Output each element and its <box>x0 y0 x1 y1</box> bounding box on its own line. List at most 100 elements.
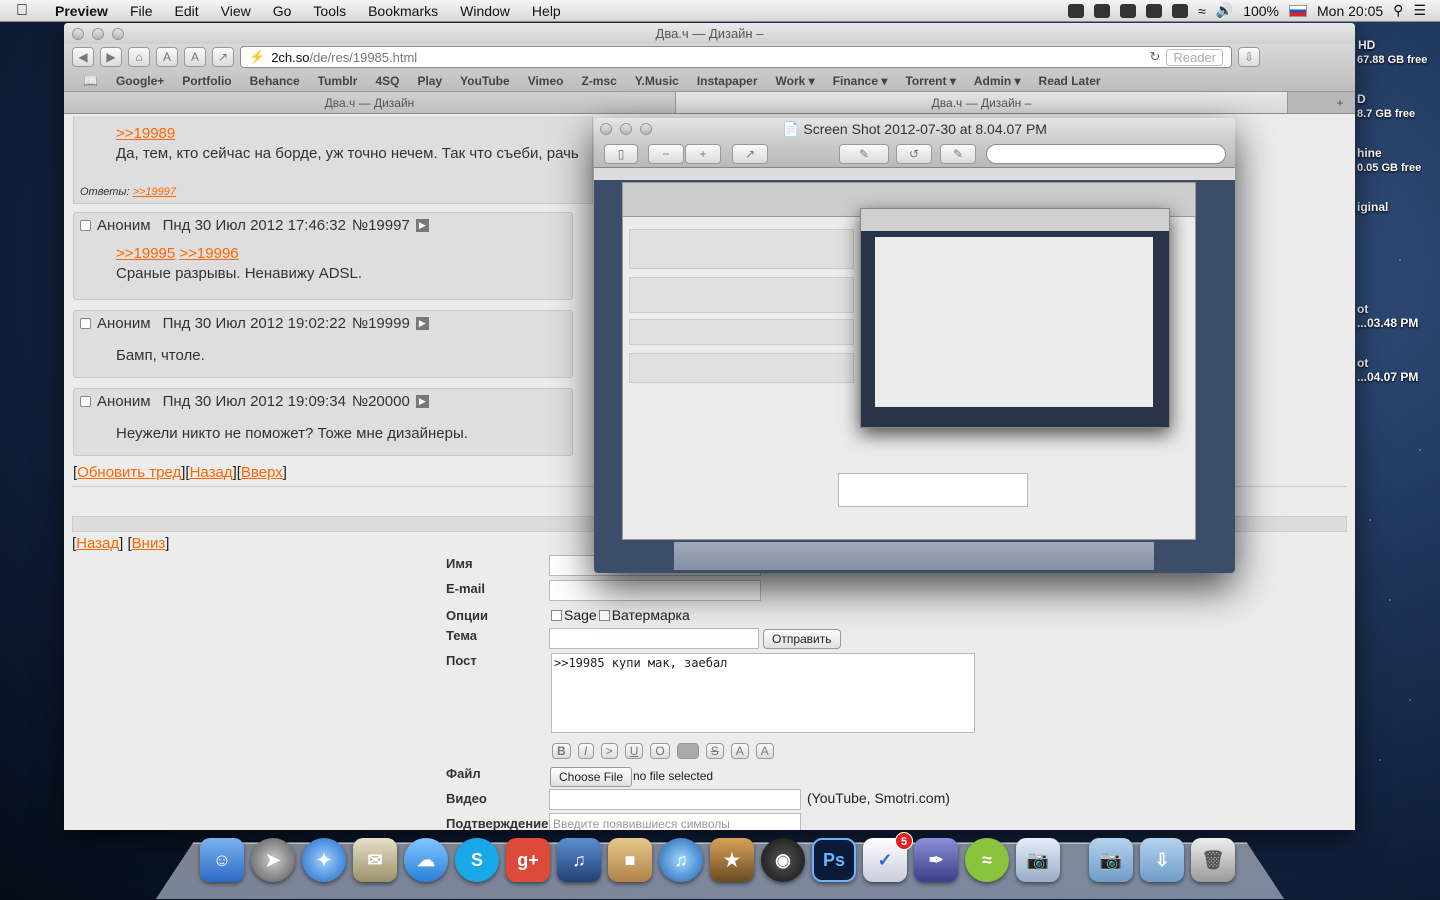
bookmark-item[interactable]: Z-msc <box>572 74 625 88</box>
quote-icon[interactable]: > <box>600 743 618 759</box>
bookmark-item[interactable]: YouTube <box>451 74 519 88</box>
images-folder-icon[interactable]: 📷 <box>1089 838 1133 882</box>
highlight-icon[interactable]: ✎ <box>839 144 889 164</box>
bookmark-item[interactable]: Tumblr <box>309 74 367 88</box>
video-input[interactable] <box>549 789 801 810</box>
volume-icon[interactable]: 🔊 <box>1216 2 1233 19</box>
bookmark-item[interactable]: 4SQ <box>366 74 408 88</box>
up-link[interactable]: Вверх <box>241 464 283 481</box>
bookmark-item[interactable]: Read Later <box>1030 74 1110 88</box>
share-icon[interactable]: ↗ <box>732 144 768 164</box>
back-link[interactable]: Назад <box>190 464 233 481</box>
reply-link[interactable]: >>19995 <box>116 245 175 262</box>
sage-checkbox[interactable] <box>551 609 562 621</box>
post-checkbox[interactable] <box>80 318 91 329</box>
bookmark-item[interactable]: Y.Music <box>626 74 688 88</box>
post-checkbox[interactable] <box>80 220 91 231</box>
bookmark-folder[interactable]: Torrent ▾ <box>896 74 964 88</box>
subject-input[interactable] <box>549 628 759 649</box>
choose-file-button[interactable]: Choose File <box>550 767 633 787</box>
downloads-icon[interactable]: ⇩ <box>1238 47 1260 67</box>
aperture-icon[interactable]: ◉ <box>761 838 805 882</box>
downloads-folder-icon[interactable]: ⇩ <box>1140 838 1184 882</box>
finder-icon[interactable]: ☺ <box>200 838 244 882</box>
bold-icon[interactable]: B <box>552 743 571 759</box>
forward-button[interactable]: ▶ <box>100 47 122 67</box>
photoshop-icon[interactable]: Ps <box>812 838 856 882</box>
reading-list-icon[interactable]: 📖 <box>74 74 107 88</box>
home-icon[interactable]: ⌂ <box>128 47 150 67</box>
zoom-in-icon[interactable]: + <box>685 144 721 164</box>
time-machine-icon[interactable] <box>1172 3 1189 18</box>
italic-icon[interactable]: I <box>577 743 594 759</box>
rotate-icon[interactable]: ↺ <box>896 144 932 164</box>
menu-go[interactable]: Go <box>262 3 303 19</box>
menu-bookmarks[interactable]: Bookmarks <box>357 3 449 19</box>
skype-icon[interactable]: S <box>455 838 499 882</box>
close-button[interactable] <box>600 123 612 135</box>
close-button[interactable] <box>72 28 84 40</box>
captcha-input[interactable]: Введите появившиеся символы <box>549 813 801 830</box>
zoom-button[interactable] <box>640 123 652 135</box>
spoiler-icon[interactable] <box>676 743 699 759</box>
delivery-icon[interactable]: ■ <box>608 838 652 882</box>
scrobbler-icon[interactable]: ♫ <box>557 838 601 882</box>
reply-link[interactable]: >>19989 <box>116 125 175 142</box>
address-bar[interactable]: ⚡ 2ch.so/de/res/19985.html ↻ Reader <box>240 46 1232 68</box>
input-source-flag-icon[interactable] <box>1289 4 1307 17</box>
subscript-icon[interactable]: A <box>755 743 774 759</box>
things-icon[interactable]: ✓ 5 <box>863 832 913 882</box>
messages-icon[interactable]: ☁ <box>404 838 448 882</box>
back-link[interactable]: Назад <box>76 535 119 552</box>
minimize-button[interactable] <box>92 28 104 40</box>
notification-center-icon[interactable]: ☰ <box>1413 2 1426 19</box>
answer-link[interactable]: >>19997 <box>133 186 176 198</box>
post-number[interactable]: №19999 <box>352 315 410 332</box>
cloud-icon[interactable] <box>1094 3 1111 18</box>
safari-icon[interactable]: ✦ <box>302 838 346 882</box>
email-input[interactable] <box>549 580 761 601</box>
superscript-icon[interactable]: A <box>730 743 749 759</box>
reload-icon[interactable]: ↻ <box>1149 49 1160 65</box>
expand-arrow-icon[interactable]: ▶ <box>415 219 429 232</box>
overline-icon[interactable]: O <box>650 743 670 759</box>
menu-app[interactable]: Preview <box>44 3 119 19</box>
tab-2[interactable]: Два.ч — Дизайн – <box>676 92 1288 113</box>
bookmark-item[interactable]: Instapaper <box>688 74 767 88</box>
itunes-icon[interactable]: ♫ <box>659 838 703 882</box>
reply-link[interactable]: >>19996 <box>179 245 238 262</box>
sidebar-view-icon[interactable]: ▯ <box>604 144 638 164</box>
mail-icon[interactable]: ✉ <box>353 838 397 882</box>
spotify-icon[interactable]: ≈ <box>965 838 1009 882</box>
tab-1[interactable]: Два.ч — Дизайн <box>64 92 676 113</box>
apple-menu-icon[interactable]:  <box>0 2 44 20</box>
share-icon[interactable]: ↗ <box>212 47 234 67</box>
bookmark-item[interactable]: Vimeo <box>519 74 573 88</box>
text-smaller-button[interactable]: A <box>156 47 178 67</box>
bookmark-folder[interactable]: Admin ▾ <box>965 74 1030 88</box>
bookmark-item[interactable]: Behance <box>241 74 309 88</box>
strike-icon[interactable]: S <box>705 743 724 759</box>
battery-text[interactable]: 100% <box>1243 3 1279 19</box>
bookmark-folder[interactable]: Work ▾ <box>767 74 824 88</box>
clock[interactable]: Mon 20:05 <box>1317 3 1383 19</box>
menu-view[interactable]: View <box>210 3 262 19</box>
bookmark-folder[interactable]: Finance ▾ <box>824 74 897 88</box>
pixelmator-icon[interactable]: ✒ <box>914 838 958 882</box>
wifi-icon[interactable]: ≈ <box>1198 3 1206 19</box>
google-plus-icon[interactable]: g+ <box>506 838 550 882</box>
post-number[interactable]: №20000 <box>352 393 410 410</box>
post-checkbox[interactable] <box>80 396 91 407</box>
preview-search-input[interactable] <box>986 144 1226 164</box>
spotify-status-icon[interactable] <box>1120 3 1137 18</box>
watermark-checkbox[interactable] <box>598 609 610 621</box>
back-button[interactable]: ◀ <box>72 47 94 67</box>
bookmark-item[interactable]: Google+ <box>107 74 173 88</box>
underline-icon[interactable]: U <box>624 743 644 759</box>
zoom-out-icon[interactable]: − <box>648 144 684 164</box>
trash-icon[interactable]: 🗑 <box>1191 838 1235 882</box>
reader-button[interactable]: Reader <box>1166 48 1223 66</box>
post-textarea[interactable]: >>19985 купи мак, заебал <box>551 653 975 733</box>
launchpad-icon[interactable]: ➤ <box>251 838 295 882</box>
expand-arrow-icon[interactable]: ▶ <box>415 317 429 330</box>
